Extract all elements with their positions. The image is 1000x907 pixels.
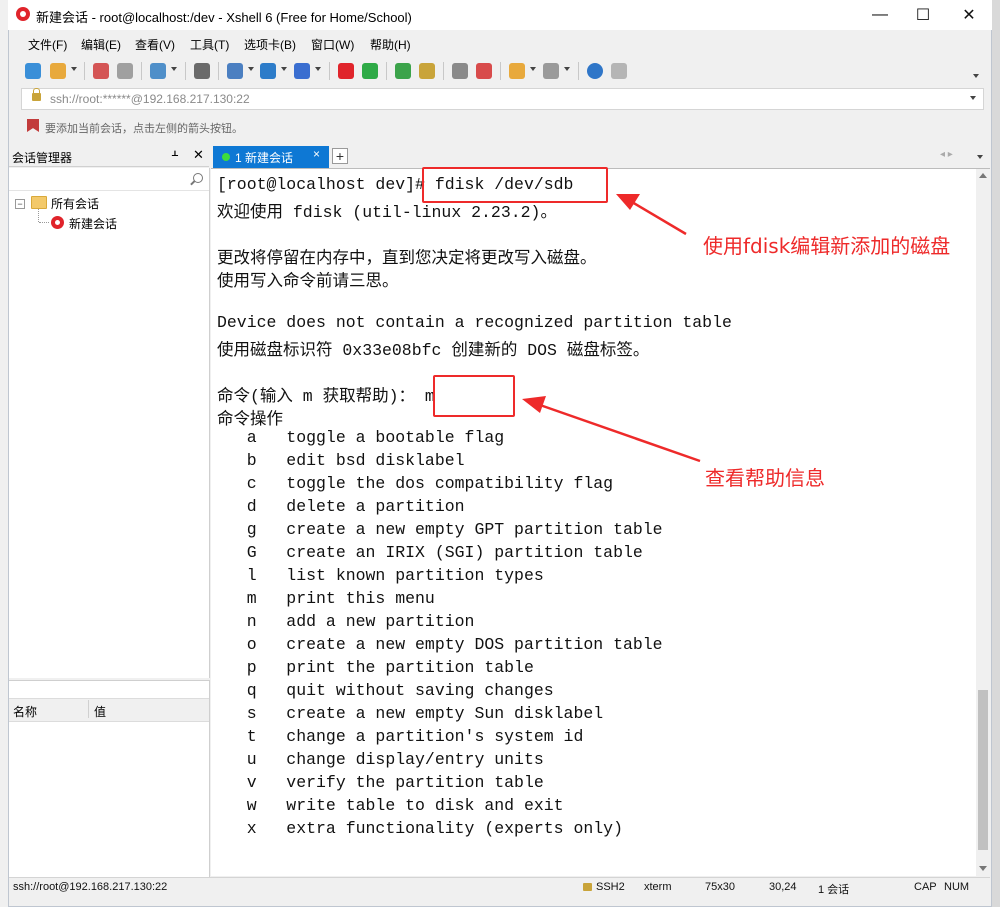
status-protocol: SSH2 xyxy=(596,881,625,893)
status-connection: ssh://root@192.168.217.130:22 xyxy=(13,881,168,893)
annotation-arrow-1 xyxy=(631,200,687,236)
annotation-arrowhead-2 xyxy=(522,396,546,413)
annotation-arrows xyxy=(522,194,701,463)
status-size: 75x30 xyxy=(705,881,735,893)
annotation-text-help: 查看帮助信息 xyxy=(705,466,825,490)
status-caps: CAP xyxy=(914,881,937,893)
status-num: NUM xyxy=(944,881,970,893)
status-term: xterm xyxy=(644,881,672,893)
status-sessions: 1 会话 xyxy=(818,884,850,896)
annotation-arrowhead-1 xyxy=(616,194,640,210)
annotation-arrow-2 xyxy=(539,403,701,463)
annotation-text-fdisk: 使用fdisk编辑新添加的磁盘 xyxy=(703,234,951,258)
status-cursor: 30,24 xyxy=(769,881,797,893)
ssh-lock-icon xyxy=(583,883,592,891)
